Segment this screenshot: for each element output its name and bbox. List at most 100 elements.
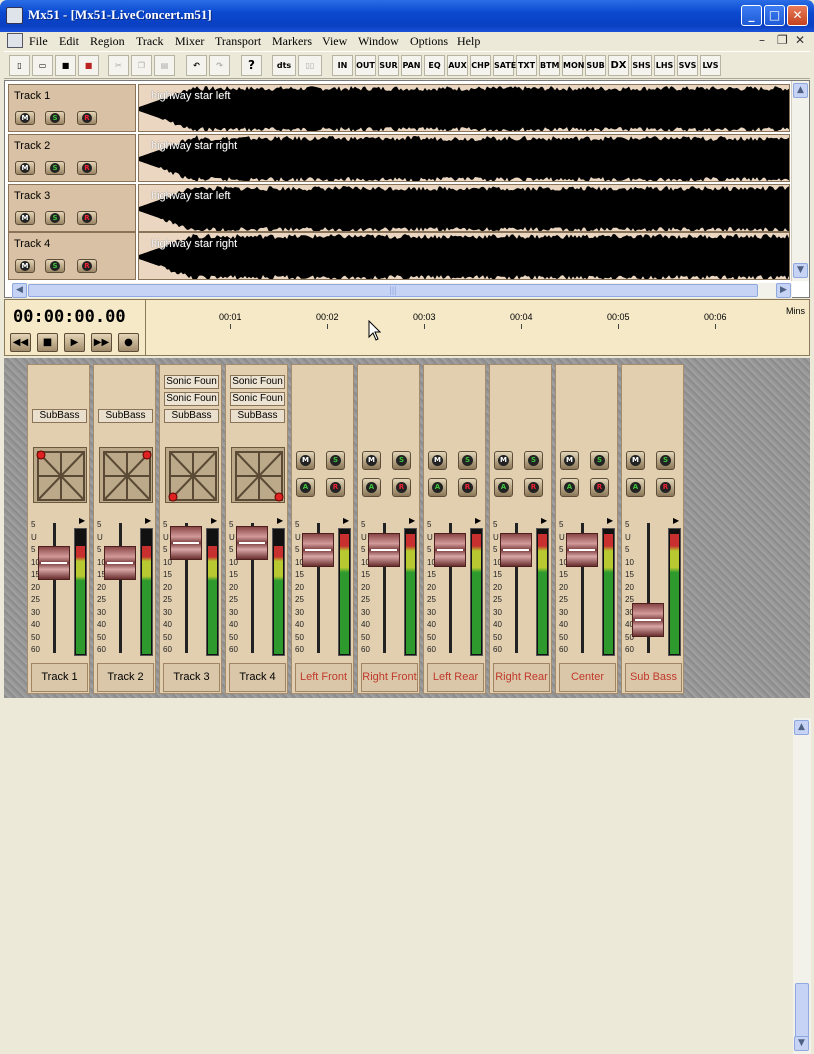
waveform-clip[interactable]: highway star left (138, 184, 790, 232)
record-button[interactable]: R (77, 111, 97, 125)
track-header[interactable]: Track 1 M S R (8, 84, 136, 132)
menu-region[interactable]: Region (90, 34, 125, 49)
channel-name-button[interactable]: Sub Bass (625, 663, 682, 692)
auto-button[interactable]: A (626, 478, 645, 497)
mdi-close-icon[interactable]: ✕ (795, 33, 805, 47)
mdi-minimize-icon[interactable]: – (759, 33, 765, 47)
solo-button[interactable]: S (45, 259, 65, 273)
volume-fader[interactable] (104, 546, 136, 580)
channel-name-button[interactable]: Right Front (361, 663, 418, 692)
lhs-button[interactable]: LHS (654, 55, 675, 76)
in-button[interactable]: IN (332, 55, 353, 76)
auto-button[interactable]: A (296, 478, 315, 497)
channel-name-button[interactable]: Right Rear (493, 663, 550, 692)
fast-forward-icon[interactable]: ▶▶ (91, 333, 112, 352)
scrollbar-thumb[interactable] (795, 983, 809, 1038)
stop-icon[interactable]: ■ (37, 333, 58, 352)
record-button[interactable]: R (77, 259, 97, 273)
scrollbar-thumb[interactable]: ||| (28, 284, 758, 297)
document-icon[interactable] (7, 33, 23, 48)
surround-panner[interactable] (33, 447, 87, 503)
track-header[interactable]: Track 2 M S R (8, 134, 136, 182)
plugin-slot[interactable]: Sonic Foun (164, 392, 219, 406)
volume-fader[interactable] (566, 533, 598, 567)
maximize-button[interactable]: □ (764, 5, 785, 26)
mute-button[interactable]: M (15, 111, 35, 125)
svs-button[interactable]: SVS (677, 55, 698, 76)
surround-panner[interactable] (165, 447, 219, 503)
plugin-slot[interactable]: Sonic Foun (230, 375, 285, 389)
channel-name-button[interactable]: Track 2 (97, 663, 154, 692)
menu-mixer[interactable]: Mixer (175, 34, 204, 49)
solo-button[interactable]: S (656, 451, 675, 470)
new-file-icon[interactable]: ▯ (9, 55, 30, 76)
surround-panner[interactable] (231, 447, 285, 503)
menu-window[interactable]: Window (358, 34, 399, 49)
mute-button[interactable]: M (15, 259, 35, 273)
pan-button[interactable]: PAN (401, 55, 422, 76)
subbass-send[interactable]: SubBass (230, 409, 285, 423)
aux-button[interactable]: AUX (447, 55, 468, 76)
paste-icon[interactable]: ▤ (154, 55, 175, 76)
help-icon[interactable]: ? (241, 55, 262, 76)
menu-markers[interactable]: Markers (272, 34, 312, 49)
scroll-up-icon[interactable]: ▲ (793, 83, 808, 98)
scroll-down-icon[interactable]: ▼ (793, 263, 808, 278)
mute-button[interactable]: M (626, 451, 645, 470)
volume-fader[interactable] (368, 533, 400, 567)
solo-button[interactable]: S (45, 111, 65, 125)
plugin-slot[interactable]: Sonic Foun (164, 375, 219, 389)
chp-button[interactable]: CHP (470, 55, 491, 76)
out-button[interactable]: OUT (355, 55, 376, 76)
volume-fader[interactable] (38, 546, 70, 580)
volume-fader[interactable] (236, 526, 268, 560)
record-button[interactable]: R (326, 478, 345, 497)
menu-file[interactable]: File (29, 34, 48, 49)
record-button[interactable]: R (392, 478, 411, 497)
scroll-right-icon[interactable]: ▶ (776, 283, 791, 298)
auto-button[interactable]: A (494, 478, 513, 497)
cut-icon[interactable]: ✂ (108, 55, 129, 76)
menu-transport[interactable]: Transport (215, 34, 261, 49)
app-icon[interactable] (6, 7, 23, 24)
volume-fader[interactable] (170, 526, 202, 560)
solo-button[interactable]: S (590, 451, 609, 470)
mute-button[interactable]: M (428, 451, 447, 470)
solo-button[interactable]: S (45, 211, 65, 225)
mute-button[interactable]: M (362, 451, 381, 470)
scroll-left-icon[interactable]: ◀ (12, 283, 27, 298)
sub-button[interactable]: SUB (585, 55, 606, 76)
dts-split-icon[interactable]: ▯▯ (298, 55, 322, 76)
solo-button[interactable]: S (524, 451, 543, 470)
track-header[interactable]: Track 4 M S R (8, 232, 136, 280)
copy-icon[interactable]: ❐ (131, 55, 152, 76)
mon-button[interactable]: MON (562, 55, 584, 76)
plugin-slot[interactable]: Sonic Foun (230, 392, 285, 406)
menu-track[interactable]: Track (136, 34, 164, 49)
channel-name-button[interactable]: Left Front (295, 663, 352, 692)
volume-fader[interactable] (434, 533, 466, 567)
surround-panner[interactable] (99, 447, 153, 503)
save-icon[interactable]: ■ (55, 55, 76, 76)
lvs-button[interactable]: LVS (700, 55, 721, 76)
subbass-send[interactable]: SubBass (164, 409, 219, 423)
scroll-down-icon[interactable]: ▼ (794, 1036, 809, 1051)
auto-button[interactable]: A (428, 478, 447, 497)
solo-button[interactable]: S (458, 451, 477, 470)
record-button[interactable]: R (656, 478, 675, 497)
solo-button[interactable]: S (392, 451, 411, 470)
waveform-clip[interactable]: highway star right (138, 134, 790, 182)
play-icon[interactable]: ▶ (64, 333, 85, 352)
channel-name-button[interactable]: Track 1 (31, 663, 88, 692)
subbass-send[interactable]: SubBass (98, 409, 153, 423)
record-button[interactable]: R (524, 478, 543, 497)
auto-button[interactable]: A (560, 478, 579, 497)
eq-button[interactable]: EQ (424, 55, 445, 76)
mute-button[interactable]: M (560, 451, 579, 470)
solo-button[interactable]: S (326, 451, 345, 470)
solo-button[interactable]: S (45, 161, 65, 175)
sur-button[interactable]: SUR (378, 55, 399, 76)
menu-help[interactable]: Help (457, 34, 480, 49)
record-button[interactable]: R (590, 478, 609, 497)
redo-icon[interactable]: ↷ (209, 55, 230, 76)
